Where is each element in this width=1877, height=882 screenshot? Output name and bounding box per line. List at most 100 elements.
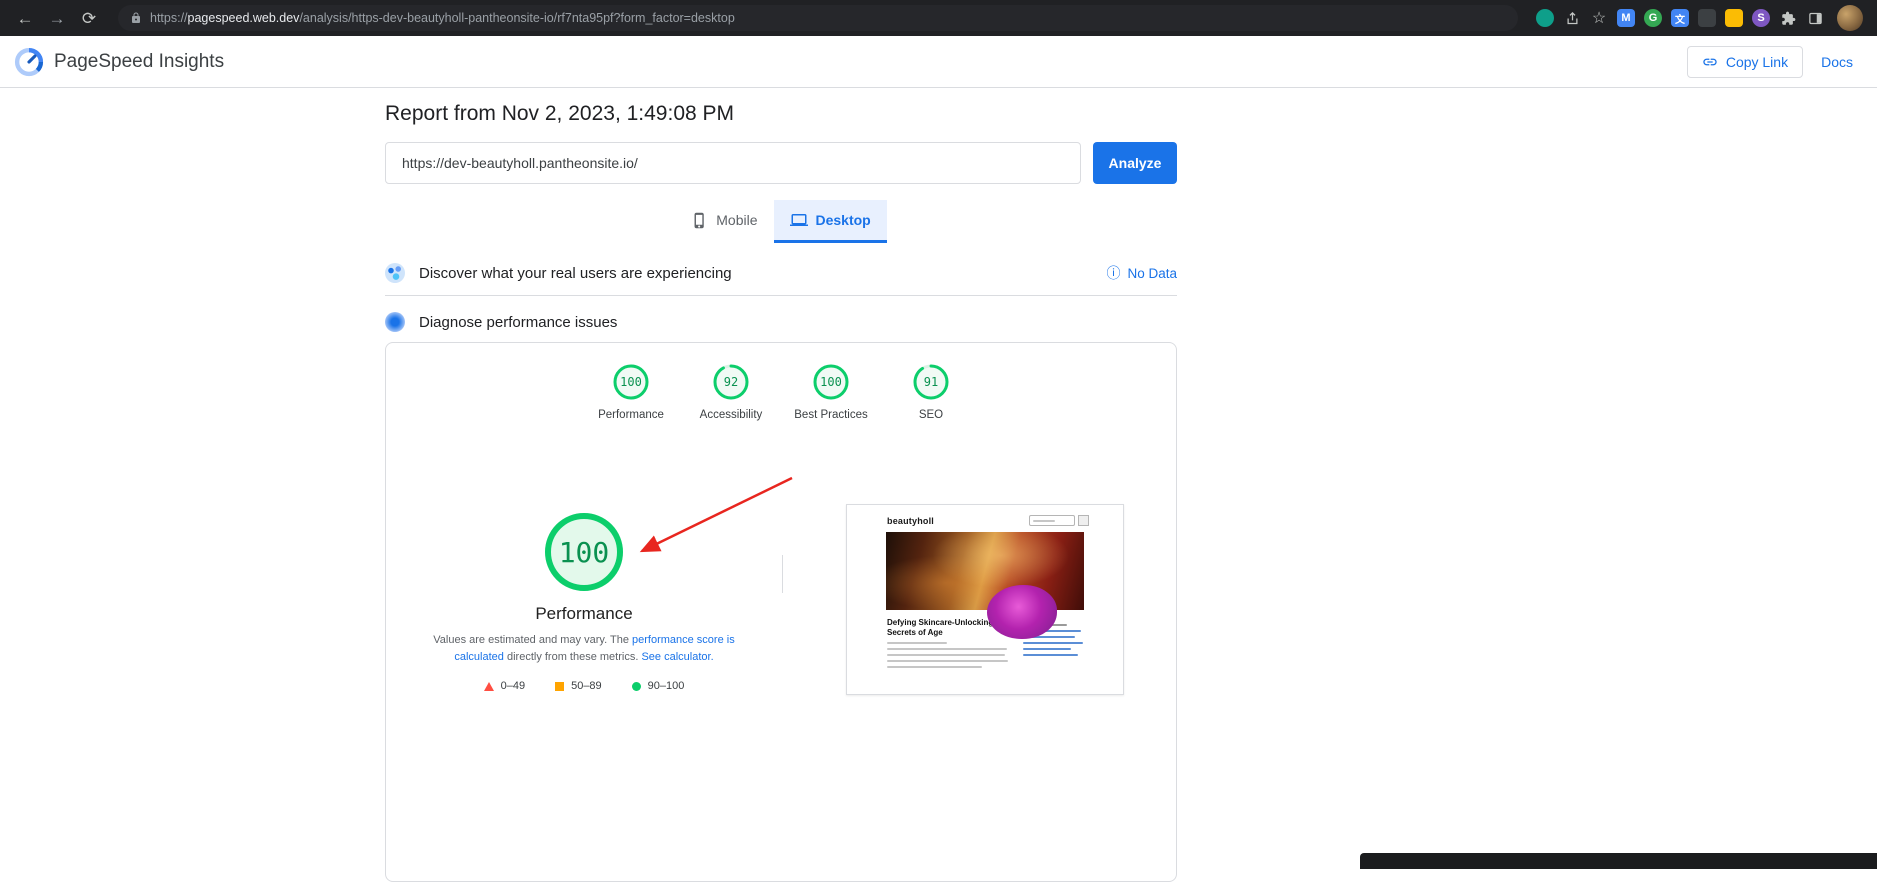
forward-button[interactable]: → bbox=[46, 10, 68, 27]
thumb-link-skeleton bbox=[1023, 654, 1078, 656]
desktop-icon bbox=[790, 211, 808, 229]
url-domain: pagespeed.web.dev bbox=[188, 11, 300, 25]
main-content: Report from Nov 2, 2023, 1:49:08 PM Anal… bbox=[385, 88, 1177, 882]
accessibility-score-label: Accessibility bbox=[700, 409, 763, 421]
gmail-extension-icon[interactable]: M bbox=[1617, 9, 1635, 27]
tab-desktop[interactable]: Desktop bbox=[774, 200, 887, 243]
mobile-icon bbox=[691, 212, 708, 229]
legend-average-range: 50–89 bbox=[571, 680, 602, 692]
extensions-puzzle-icon[interactable] bbox=[1779, 9, 1797, 27]
dark-extension-icon[interactable] bbox=[1698, 9, 1716, 27]
tab-mobile[interactable]: Mobile bbox=[675, 200, 773, 243]
thumb-text-skeleton bbox=[887, 660, 1008, 662]
form-factor-tabs: Mobile Desktop bbox=[385, 200, 1177, 243]
seo-score-label: SEO bbox=[919, 409, 943, 421]
tab-desktop-label: Desktop bbox=[816, 212, 871, 228]
thumb-header: beautyholl bbox=[847, 505, 1123, 526]
site-screenshot-preview: beautyholl Defying Skincare-Unlocking th… bbox=[846, 504, 1124, 695]
lock-icon bbox=[130, 12, 142, 24]
legend-pass-range: 90–100 bbox=[648, 680, 685, 692]
section-divider bbox=[385, 295, 1177, 296]
legend-item-fail: 0–49 bbox=[484, 680, 525, 692]
performance-main-score: 100 bbox=[544, 512, 624, 592]
yellow-extension-icon[interactable] bbox=[1725, 9, 1743, 27]
side-panel-icon[interactable] bbox=[1806, 9, 1824, 27]
thumb-meta-skeleton bbox=[887, 642, 947, 644]
url-scheme: https:// bbox=[150, 11, 188, 25]
translate-extension-icon[interactable]: 文 bbox=[1671, 9, 1689, 27]
thumb-search-placeholder-skeleton bbox=[1033, 520, 1055, 522]
score-gauge-best-practices[interactable]: 100 Best Practices bbox=[786, 363, 876, 421]
info-icon: ⓘ bbox=[1106, 266, 1120, 280]
vertical-divider bbox=[782, 555, 783, 593]
back-button[interactable]: ← bbox=[14, 10, 36, 27]
grammarly-extension-icon[interactable] bbox=[1536, 9, 1554, 27]
profile-avatar[interactable] bbox=[1837, 5, 1863, 31]
tab-mobile-label: Mobile bbox=[716, 212, 757, 228]
copy-link-label: Copy Link bbox=[1726, 54, 1788, 70]
score-legend: 0–49 50–89 90–100 bbox=[484, 680, 685, 692]
url-form: Analyze bbox=[385, 142, 1177, 184]
score-disclaimer: Values are estimated and may vary. The p… bbox=[412, 632, 757, 666]
performance-summary: 100 Performance Values are estimated and… bbox=[386, 512, 782, 692]
thumb-body: Defying Skincare-Unlocking the Secrets o… bbox=[847, 610, 1123, 668]
google-extension-icon[interactable]: G bbox=[1644, 9, 1662, 27]
best-practices-score-label: Best Practices bbox=[794, 409, 868, 421]
url-path: /analysis/https-dev-beautyholl-pantheons… bbox=[299, 11, 734, 25]
docs-link[interactable]: Docs bbox=[1821, 54, 1853, 70]
thumb-search-button bbox=[1078, 515, 1089, 526]
lab-data-label: Diagnose performance issues bbox=[419, 314, 617, 331]
no-data-status[interactable]: ⓘ No Data bbox=[1106, 266, 1177, 281]
link-icon bbox=[1702, 54, 1718, 70]
lab-data-icon bbox=[385, 312, 405, 332]
thumb-text-skeleton bbox=[887, 648, 1007, 650]
thumb-hero-image bbox=[886, 532, 1084, 610]
field-data-section: Discover what your real users are experi… bbox=[385, 263, 1177, 283]
analyze-button[interactable]: Analyze bbox=[1093, 142, 1177, 184]
app-header: PageSpeed Insights Copy Link Docs bbox=[0, 36, 1877, 88]
lab-data-section: Diagnose performance issues bbox=[385, 312, 1177, 332]
pagespeed-logo-icon bbox=[14, 47, 44, 77]
no-data-label: No Data bbox=[1127, 266, 1177, 281]
thumb-search-box bbox=[1029, 515, 1075, 526]
performance-main-gauge: 100 bbox=[544, 512, 624, 592]
score-gauge-accessibility[interactable]: 92 Accessibility bbox=[686, 363, 776, 421]
copy-link-button[interactable]: Copy Link bbox=[1687, 46, 1803, 78]
seo-score-value: 91 bbox=[912, 363, 950, 401]
address-bar[interactable]: https://pagespeed.web.dev/analysis/https… bbox=[118, 5, 1518, 31]
score-gauge-performance[interactable]: 100 Performance bbox=[586, 363, 676, 421]
legend-item-pass: 90–100 bbox=[632, 680, 685, 692]
analyzed-url-input[interactable] bbox=[385, 142, 1081, 184]
thumb-purple-decoration bbox=[987, 585, 1057, 639]
browser-toolbar: ← → ⟳ https://pagespeed.web.dev/analysis… bbox=[0, 0, 1877, 36]
legend-item-average: 50–89 bbox=[555, 680, 602, 692]
thumb-link-skeleton bbox=[1023, 648, 1071, 650]
green-circle-icon bbox=[632, 682, 641, 691]
accessibility-score-value: 92 bbox=[712, 363, 750, 401]
taskbar-fragment[interactable] bbox=[1360, 853, 1877, 869]
browser-extensions-area: ☆ M G 文 S bbox=[1536, 5, 1863, 31]
orange-square-icon bbox=[555, 682, 564, 691]
refresh-button[interactable]: ⟳ bbox=[78, 10, 100, 27]
report-heading: Report from Nov 2, 2023, 1:49:08 PM bbox=[385, 102, 1177, 126]
red-triangle-icon bbox=[484, 682, 494, 691]
performance-score-value: 100 bbox=[612, 363, 650, 401]
share-icon[interactable] bbox=[1563, 9, 1581, 27]
field-data-label: Discover what your real users are experi… bbox=[419, 265, 732, 282]
legend-fail-range: 0–49 bbox=[501, 680, 525, 692]
thumb-site-name: beautyholl bbox=[887, 516, 934, 526]
puzzle-icon bbox=[1781, 11, 1796, 26]
performance-score-label: Performance bbox=[598, 409, 664, 421]
score-gauge-seo[interactable]: 91 SEO bbox=[886, 363, 976, 421]
share-arrow-icon bbox=[1565, 11, 1580, 26]
stylus-extension-icon[interactable]: S bbox=[1752, 9, 1770, 27]
thumb-text-skeleton bbox=[887, 666, 982, 668]
see-calculator-link[interactable]: See calculator. bbox=[641, 651, 713, 663]
bookmark-star-icon[interactable]: ☆ bbox=[1590, 9, 1608, 27]
field-data-icon bbox=[385, 263, 405, 283]
header-actions: Copy Link Docs bbox=[1687, 46, 1853, 78]
thumb-link-skeleton bbox=[1023, 642, 1083, 644]
performance-main-label: Performance bbox=[535, 604, 632, 624]
disclaimer-text-2: directly from these metrics. bbox=[504, 651, 642, 663]
thumb-text-skeleton bbox=[887, 654, 1005, 656]
